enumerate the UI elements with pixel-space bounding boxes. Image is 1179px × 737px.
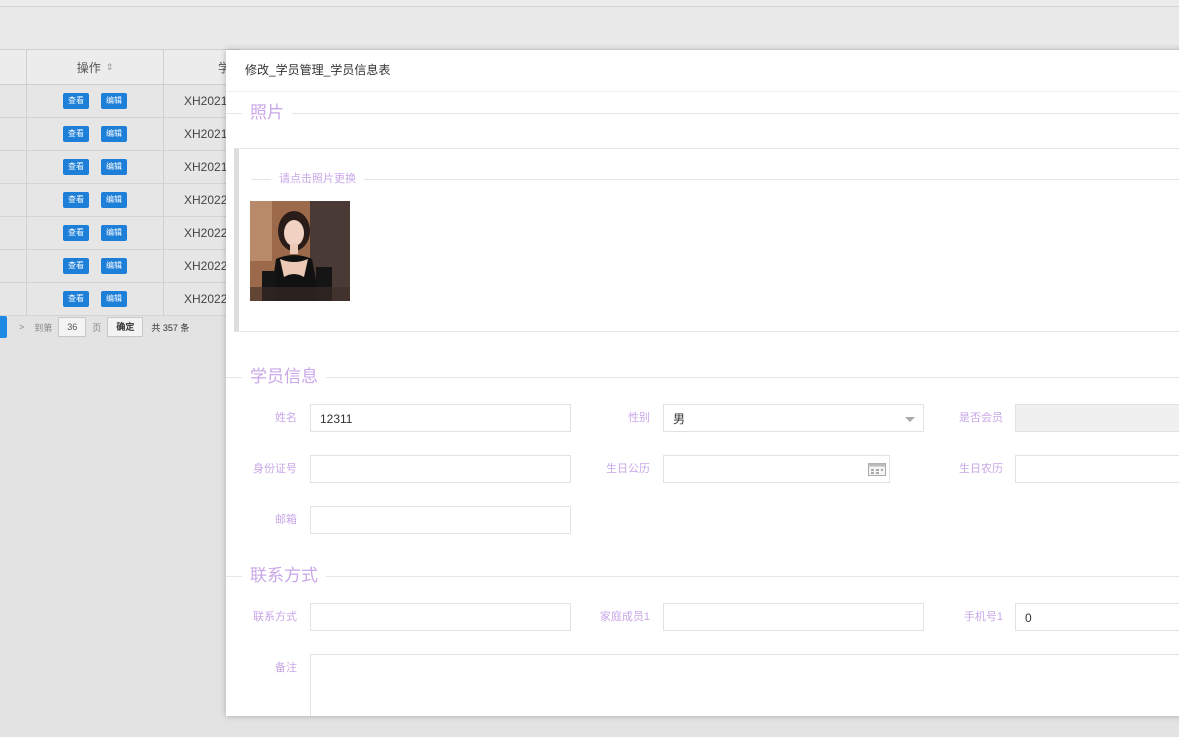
gender-label: 性别	[628, 412, 650, 424]
row-actions-cell: 查看 编辑	[27, 283, 164, 315]
table-row[interactable]: 查看 编辑 XH2021	[0, 118, 240, 151]
photo-hint: 请点击照片更换	[271, 171, 364, 187]
gender-select[interactable]: 男	[663, 404, 924, 432]
edit-button[interactable]: 编辑	[101, 159, 127, 175]
contact-section-legend: 联系方式	[226, 566, 1179, 586]
remark-textarea[interactable]	[310, 654, 1179, 716]
edit-button[interactable]: 编辑	[101, 192, 127, 208]
birthday-solar-label: 生日公历	[606, 463, 650, 475]
edit-button[interactable]: 编辑	[101, 126, 127, 142]
sort-icon[interactable]: ⇕	[106, 62, 114, 73]
table-row[interactable]: 查看 编辑 XH2022	[0, 250, 240, 283]
pager-confirm-button[interactable]: 确定	[107, 317, 144, 337]
photo-section-title: 照片	[242, 103, 292, 123]
pager-total: 共 357 条	[151, 322, 190, 333]
family-member-label: 家庭成员1	[599, 611, 650, 623]
row-checkbox-cell[interactable]	[0, 283, 27, 315]
edit-button[interactable]: 编辑	[101, 93, 127, 109]
chevron-down-icon[interactable]	[905, 417, 915, 422]
edit-button[interactable]: 编辑	[101, 225, 127, 241]
edit-button[interactable]: 编辑	[101, 258, 127, 274]
table-row[interactable]: 查看 编辑 XH2022	[0, 184, 240, 217]
actions-column-header[interactable]: 操作 ⇕	[27, 50, 164, 84]
view-button[interactable]: 查看	[63, 126, 89, 142]
student-grid: 操作 ⇕ 学 查看 编辑 XH2021 查看 编辑 XH2021 查看 编辑 XH2021 查看编…	[0, 49, 240, 316]
email-label: 邮箱	[275, 514, 297, 526]
edit-student-modal: 修改_学员管理_学员信息表 照片 请点击照片更换 学员信息 姓名 12311 性…	[226, 50, 1179, 716]
student-photo[interactable]	[250, 201, 350, 301]
email-field[interactable]	[310, 506, 571, 534]
row-actions-cell: 查看 编辑	[27, 118, 164, 150]
pager-current-page[interactable]	[0, 316, 7, 338]
photo-section-legend: 照片	[226, 103, 1179, 123]
info-section-title: 学员信息	[242, 367, 326, 387]
member-field	[1015, 404, 1179, 432]
pagination: > 到第 36 页 确定 共 357 条	[0, 314, 189, 340]
pager-next-button[interactable]: >	[19, 322, 24, 332]
view-button[interactable]: 查看	[63, 291, 89, 307]
view-button[interactable]: 查看	[63, 225, 89, 241]
remark-label: 备注	[275, 662, 297, 674]
row-actions-cell: 查看 编辑	[27, 184, 164, 216]
info-section-legend: 学员信息	[226, 367, 1179, 387]
row-checkbox-cell[interactable]	[0, 184, 27, 216]
contact-section-title: 联系方式	[242, 566, 326, 586]
birthday-lunar-label: 生日农历	[959, 463, 1003, 475]
row-checkbox-cell[interactable]	[0, 85, 27, 117]
calendar-icon[interactable]	[868, 463, 886, 476]
row-actions-cell: 查看 编辑	[27, 151, 164, 183]
pager-page-unit: 页	[92, 322, 102, 333]
family-member-field[interactable]	[663, 603, 924, 631]
phone-field[interactable]: 0	[1015, 603, 1179, 631]
row-actions-cell: 查看 编辑	[27, 250, 164, 282]
modal-title: 修改_学员管理_学员信息表	[226, 50, 1179, 92]
view-button[interactable]: 查看	[63, 192, 89, 208]
gender-value: 男	[673, 412, 686, 426]
photo-hint-legend: 请点击照片更换	[251, 171, 1179, 187]
table-row[interactable]: 查看 编辑 XH2021	[0, 151, 240, 184]
member-label: 是否会员	[959, 412, 1003, 424]
pager-goto-label: 到第	[34, 322, 53, 333]
row-checkbox-cell[interactable]	[0, 250, 27, 282]
top-bar	[0, 0, 1179, 7]
actions-header-label: 操作	[76, 60, 101, 75]
view-button[interactable]: 查看	[63, 159, 89, 175]
table-row[interactable]: 查看 编辑 XH2022	[0, 283, 240, 316]
checkbox-column-header	[0, 50, 27, 84]
table-row[interactable]: 查看 编辑 XH2022	[0, 217, 240, 250]
row-checkbox-cell[interactable]	[0, 217, 27, 249]
view-button[interactable]: 查看	[63, 93, 89, 109]
grid-header: 操作 ⇕ 学	[0, 49, 240, 85]
id-number-label: 身份证号	[253, 463, 297, 475]
view-button[interactable]: 查看	[63, 258, 89, 274]
row-actions-cell: 查看 编辑	[27, 217, 164, 249]
name-label: 姓名	[275, 412, 297, 424]
phone-label: 手机号1	[963, 611, 1003, 623]
contact-field[interactable]	[310, 603, 571, 631]
toolbar-area	[0, 7, 1179, 49]
row-actions-cell: 查看 编辑	[27, 85, 164, 117]
edit-button[interactable]: 编辑	[101, 291, 127, 307]
birthday-solar-field[interactable]	[663, 455, 890, 483]
row-checkbox-cell[interactable]	[0, 118, 27, 150]
pager-page-input[interactable]: 36	[58, 317, 87, 337]
table-row[interactable]: 查看 编辑 XH2021	[0, 85, 240, 118]
contact-label: 联系方式	[253, 611, 297, 623]
id-number-field[interactable]	[310, 455, 571, 483]
photo-panel: 请点击照片更换	[234, 148, 1179, 332]
name-field[interactable]: 12311	[310, 404, 571, 432]
row-checkbox-cell[interactable]	[0, 151, 27, 183]
birthday-lunar-field[interactable]	[1015, 455, 1179, 483]
